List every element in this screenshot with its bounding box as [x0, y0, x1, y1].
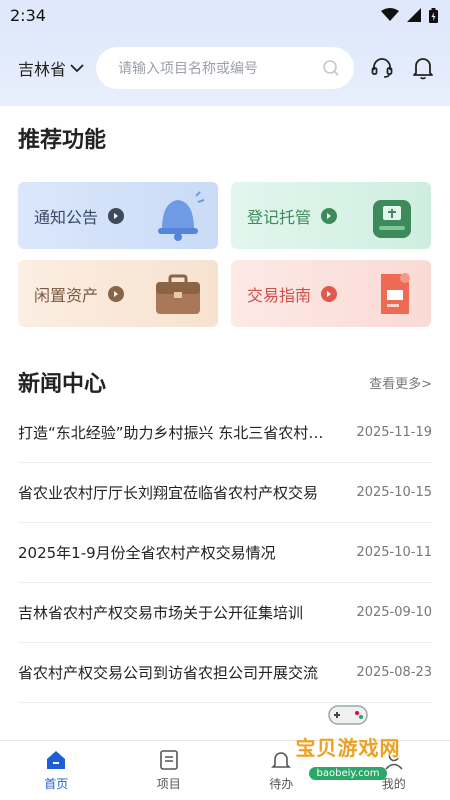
news-item-date: 2025-10-15	[356, 485, 432, 500]
features-section-header: 推荐功能	[0, 106, 450, 166]
tab-projects[interactable]: 项目	[113, 741, 226, 800]
news-item[interactable]: 吉林省农村产权交易市场关于公开征集培训 2025-09-10	[18, 583, 432, 643]
status-icons	[381, 7, 438, 23]
tab-home[interactable]: 首页	[0, 741, 113, 800]
feature-card-notice[interactable]: 通知公告	[18, 182, 218, 249]
tab-label: 首页	[44, 777, 69, 791]
region-selector[interactable]: 吉林省	[18, 56, 94, 80]
search-input[interactable]: 请输入项目名称或编号	[96, 47, 354, 89]
news-item[interactable]: 打造“东北经验”助力乡村振兴 东北三省农村产权 2025-11-19	[18, 403, 432, 463]
bell-icon	[158, 191, 205, 241]
header-actions	[370, 56, 434, 80]
feature-card-guide[interactable]: 交易指南	[231, 260, 431, 327]
news-item-title: 2025年1-9月份全省农村产权交易情况	[18, 544, 276, 562]
watermark: 宝贝游戏网 baobeiy.com	[278, 702, 418, 780]
view-more-link[interactable]: 查看更多>	[369, 373, 432, 392]
feature-grid: 通知公告 登记托管 闲置资产 交易指南	[0, 166, 450, 327]
news-item[interactable]: 2025年1-9月份全省农村产权交易情况 2025-10-11	[18, 523, 432, 583]
briefcase-icon	[156, 274, 200, 314]
region-label: 吉林省	[18, 60, 67, 79]
signal-icon	[407, 8, 421, 22]
list-icon	[159, 750, 178, 770]
news-list: 打造“东北经验”助力乡村振兴 东北三省农村产权 2025-11-19 省农业农村…	[0, 403, 450, 703]
battery-icon	[429, 7, 438, 23]
feature-label: 通知公告	[34, 207, 99, 227]
watermark-text: 宝贝游戏网	[295, 736, 401, 760]
news-section-header: 新闻中心 查看更多>	[0, 327, 450, 399]
news-title: 新闻中心	[18, 372, 107, 397]
news-item-date: 2025-11-19	[356, 425, 432, 440]
feature-label: 登记托管	[247, 207, 312, 227]
gamepad-icon	[328, 705, 368, 725]
news-item-date: 2025-08-23	[356, 665, 432, 680]
status-time: 2:34	[10, 5, 46, 25]
arrow-right-icon	[108, 285, 125, 302]
status-bar: 2:34	[0, 0, 450, 30]
arrow-right-icon	[321, 285, 338, 302]
arrow-right-icon	[321, 207, 338, 224]
chevron-down-icon	[70, 64, 84, 73]
news-item-title: 吉林省农村产权交易市场关于公开征集培训	[18, 604, 304, 622]
headset-icon[interactable]	[370, 56, 394, 80]
feature-label: 闲置资产	[34, 285, 99, 305]
news-item-title: 省农业农村厅厅长刘翔宜莅临省农村产权交易	[18, 484, 319, 502]
news-item[interactable]: 省农村产权交易公司到访省农担公司开展交流 2025-08-23	[18, 643, 432, 703]
feature-card-idle-assets[interactable]: 闲置资产	[18, 260, 218, 327]
certificate-icon	[373, 200, 411, 238]
search-placeholder: 请输入项目名称或编号	[118, 61, 258, 77]
document-icon	[381, 273, 410, 314]
arrow-right-icon	[108, 207, 125, 224]
top-header: 吉林省 请输入项目名称或编号	[0, 30, 450, 106]
home-icon	[47, 751, 66, 769]
feature-label: 交易指南	[247, 285, 312, 305]
news-item-title: 打造“东北经验”助力乡村振兴 东北三省农村产权	[18, 424, 334, 442]
news-item-date: 2025-09-10	[356, 605, 432, 620]
news-item-title: 省农村产权交易公司到访省农担公司开展交流	[18, 664, 319, 682]
search-icon[interactable]	[322, 59, 340, 77]
feature-card-registration[interactable]: 登记托管	[231, 182, 431, 249]
features-title: 推荐功能	[18, 128, 107, 153]
news-item[interactable]: 省农业农村厅厅长刘翔宜莅临省农村产权交易 2025-10-15	[18, 463, 432, 523]
watermark-url: baobeiy.com	[308, 767, 388, 780]
notification-bell-icon[interactable]	[412, 56, 434, 80]
wifi-icon	[381, 8, 399, 21]
news-item-date: 2025-10-11	[356, 545, 432, 560]
tab-label: 项目	[156, 777, 181, 791]
